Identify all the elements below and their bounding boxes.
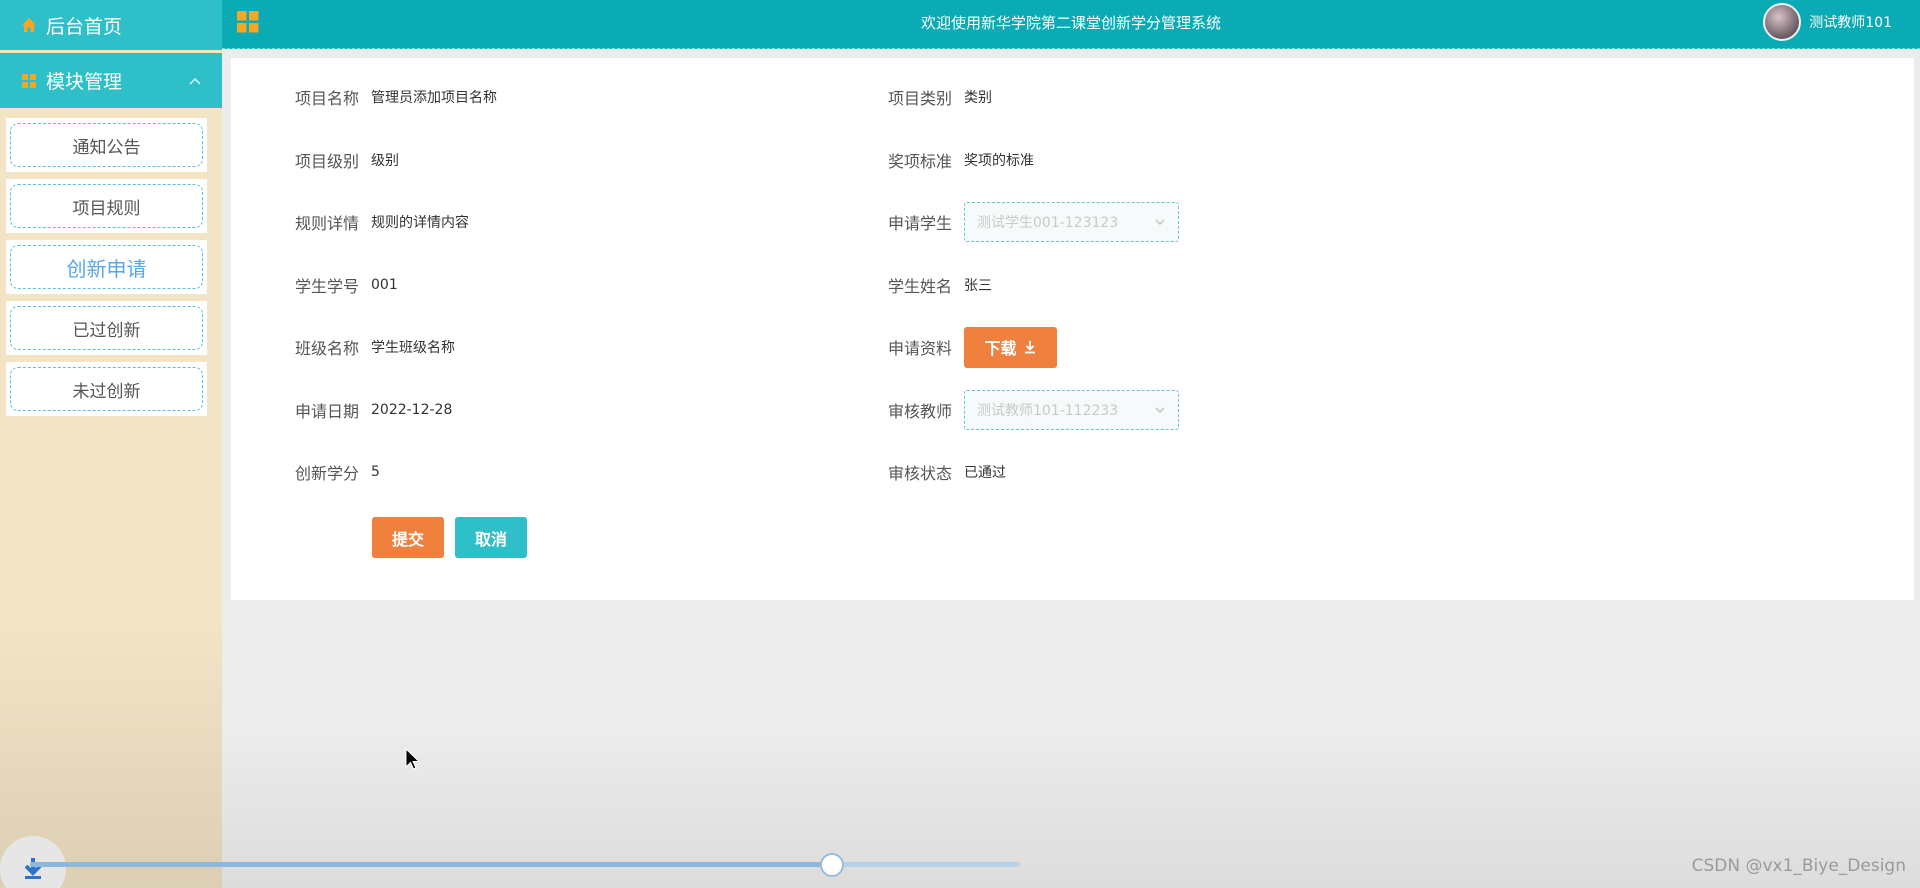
- field-student-id: 学生学号 001: [295, 265, 398, 305]
- sidebar-submenu: 通知公告 项目规则 创新申请 已过创新 未过创新: [6, 118, 207, 423]
- sidebar-module-management[interactable]: 模块管理: [0, 53, 222, 108]
- user-menu[interactable]: 测试教师101: [1763, 3, 1892, 41]
- field-value: 001: [371, 277, 398, 293]
- download-button[interactable]: 下载: [964, 326, 1057, 368]
- home-icon: [20, 16, 38, 34]
- sidebar-item-label: 通知公告: [10, 123, 203, 167]
- review-teacher-select[interactable]: 测试教师101-112233: [964, 390, 1179, 430]
- field-label: 奖项标准: [888, 152, 953, 171]
- select-value: 测试教师101-112233: [977, 403, 1119, 419]
- field-label: 学生学号: [295, 277, 360, 296]
- chevron-down-icon: [1155, 407, 1165, 413]
- field-application-material: 申请资料 下载: [888, 326, 1057, 368]
- field-label: 申请资料: [888, 339, 953, 358]
- grid-icon: [20, 72, 38, 90]
- field-apply-date: 申请日期 2022-12-28: [295, 390, 452, 430]
- video-progress-fill: [30, 862, 832, 867]
- sidebar-item-notice[interactable]: 通知公告: [6, 118, 207, 172]
- field-label: 学生姓名: [888, 277, 953, 296]
- top-bar: 欢迎使用新华学院第二课堂创新学分管理系统 测试教师101: [222, 0, 1920, 49]
- field-project-name: 项目名称 管理员添加项目名称: [295, 77, 497, 117]
- video-progress-bar[interactable]: [30, 862, 1020, 867]
- field-value: 张三: [964, 278, 992, 294]
- detail-form: 项目名称 管理员添加项目名称 项目级别 级别 规则详情 规则的详情内容 学生学号…: [231, 58, 1914, 600]
- field-class-name: 班级名称 学生班级名称: [295, 327, 455, 367]
- field-label: 创新学分: [295, 464, 360, 483]
- submit-button[interactable]: 提交: [372, 517, 444, 558]
- field-label: 规则详情: [295, 214, 360, 233]
- sidebar-home-label: 后台首页: [46, 15, 123, 38]
- field-review-status: 审核状态 已通过: [888, 452, 1006, 492]
- user-name: 测试教师101: [1809, 15, 1892, 31]
- applicant-student-select[interactable]: 测试学生001-123123: [964, 202, 1179, 242]
- field-applicant-student: 申请学生 测试学生001-123123: [888, 202, 1179, 242]
- select-value: 测试学生001-123123: [977, 215, 1119, 231]
- field-value: 学生班级名称: [371, 340, 455, 356]
- field-project-level: 项目级别 级别: [295, 140, 399, 180]
- field-value: 规则的详情内容: [371, 215, 469, 231]
- field-label: 项目类别: [888, 89, 953, 108]
- field-label: 申请学生: [888, 214, 953, 233]
- sidebar-item-passed-innovation[interactable]: 已过创新: [6, 301, 207, 355]
- field-label: 班级名称: [295, 339, 360, 358]
- download-icon: [1024, 341, 1035, 354]
- sidebar: 后台首页 模块管理 通知公告 项目规则 创新申请 已过创新 未过创新: [0, 0, 222, 888]
- sidebar-item-label: 创新申请: [10, 245, 203, 289]
- field-label: 审核状态: [888, 464, 953, 483]
- field-award-standard: 奖项标准 奖项的标准: [888, 140, 1034, 180]
- sidebar-item-failed-innovation[interactable]: 未过创新: [6, 362, 207, 416]
- field-value: 2022-12-28: [371, 402, 453, 418]
- watermark: CSDN @vx1_Biye_Design: [1691, 856, 1906, 876]
- field-value: 奖项的标准: [964, 153, 1034, 169]
- sidebar-item-label: 已过创新: [10, 306, 203, 350]
- field-value: 5: [371, 464, 380, 480]
- field-label: 审核教师: [888, 402, 953, 421]
- cancel-button[interactable]: 取消: [455, 517, 527, 558]
- field-label: 项目名称: [295, 89, 360, 108]
- sidebar-home[interactable]: 后台首页: [0, 0, 222, 50]
- field-value: 已通过: [964, 465, 1006, 481]
- field-rule-details: 规则详情 规则的详情内容: [295, 202, 469, 242]
- field-credits: 创新学分 5: [295, 452, 380, 492]
- avatar: [1763, 3, 1802, 41]
- field-value: 管理员添加项目名称: [371, 90, 497, 106]
- chevron-up-icon: [189, 77, 201, 85]
- mouse-cursor-icon: [405, 748, 421, 770]
- sidebar-item-innovation-apply[interactable]: 创新申请: [6, 240, 207, 294]
- video-progress-handle[interactable]: [819, 853, 844, 877]
- sidebar-item-label: 项目规则: [10, 184, 203, 228]
- field-value: 类别: [964, 90, 992, 106]
- sidebar-module-label: 模块管理: [46, 71, 123, 93]
- download-button-label: 下载: [984, 339, 1017, 358]
- field-student-name: 学生姓名 张三: [888, 265, 992, 305]
- field-review-teacher: 审核教师 测试教师101-112233: [888, 390, 1179, 430]
- field-project-category: 项目类别 类别: [888, 77, 992, 117]
- field-value: 级别: [371, 153, 399, 169]
- sidebar-item-project-rules[interactable]: 项目规则: [6, 179, 207, 233]
- field-label: 申请日期: [295, 402, 360, 421]
- download-arrow-icon: [24, 858, 42, 879]
- chevron-down-icon: [1155, 219, 1165, 225]
- page-title: 欢迎使用新华学院第二课堂创新学分管理系统: [920, 14, 1221, 32]
- sidebar-item-label: 未过创新: [10, 367, 203, 411]
- field-label: 项目级别: [295, 152, 360, 171]
